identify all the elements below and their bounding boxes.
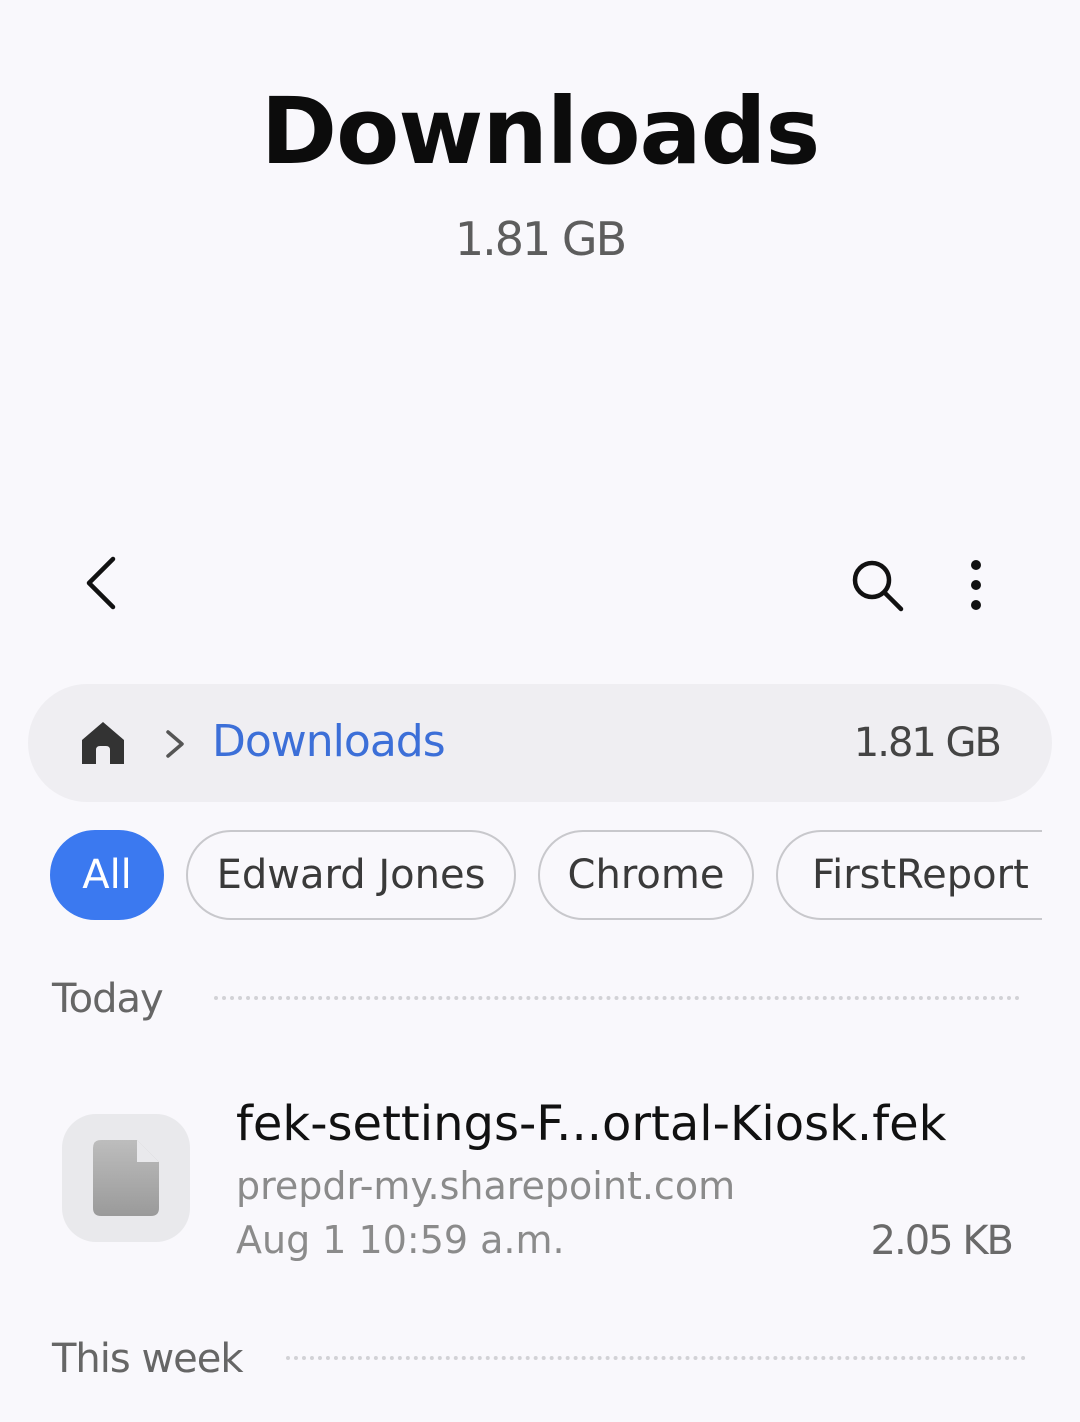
- more-options-button[interactable]: [946, 550, 1006, 620]
- file-icon: [93, 1140, 159, 1216]
- home-icon[interactable]: [78, 718, 128, 768]
- filter-chip-edward-jones[interactable]: Edward Jones: [186, 830, 516, 920]
- section-divider: [286, 1356, 1026, 1360]
- page-storage-size: 1.81 GB: [454, 212, 627, 266]
- search-icon: [852, 560, 904, 612]
- downloads-screen: Downloads 1.81 GB Downloads 1.81 GB All: [0, 0, 1080, 1422]
- search-button[interactable]: [842, 550, 912, 620]
- file-size: 2.05 KB: [870, 1218, 1014, 1264]
- section-header-this-week: This week: [52, 1336, 244, 1382]
- filter-chip-all[interactable]: All: [50, 830, 164, 920]
- file-name[interactable]: fek-settings-F...ortal-Kiosk.fek: [236, 1096, 946, 1152]
- back-arrow-icon: [86, 556, 116, 610]
- filter-chip-chrome[interactable]: Chrome: [538, 830, 754, 920]
- breadcrumb-current-folder[interactable]: Downloads: [212, 716, 446, 767]
- file-date: Aug 1 10:59 a.m.: [236, 1218, 565, 1262]
- page-title: Downloads: [260, 78, 821, 185]
- section-divider: [214, 996, 1020, 1000]
- back-button[interactable]: [66, 548, 136, 618]
- filter-chip-firstreport[interactable]: FirstReport: [776, 830, 1076, 920]
- chevron-right-icon: [160, 724, 190, 764]
- chips-edge-mask: [1042, 820, 1080, 930]
- more-vert-icon: [971, 560, 981, 610]
- section-header-today: Today: [52, 976, 164, 1022]
- file-source: prepdr-my.sharepoint.com: [236, 1164, 736, 1208]
- breadcrumb-folder-size: 1.81 GB: [853, 720, 1002, 766]
- file-thumbnail[interactable]: [62, 1114, 190, 1242]
